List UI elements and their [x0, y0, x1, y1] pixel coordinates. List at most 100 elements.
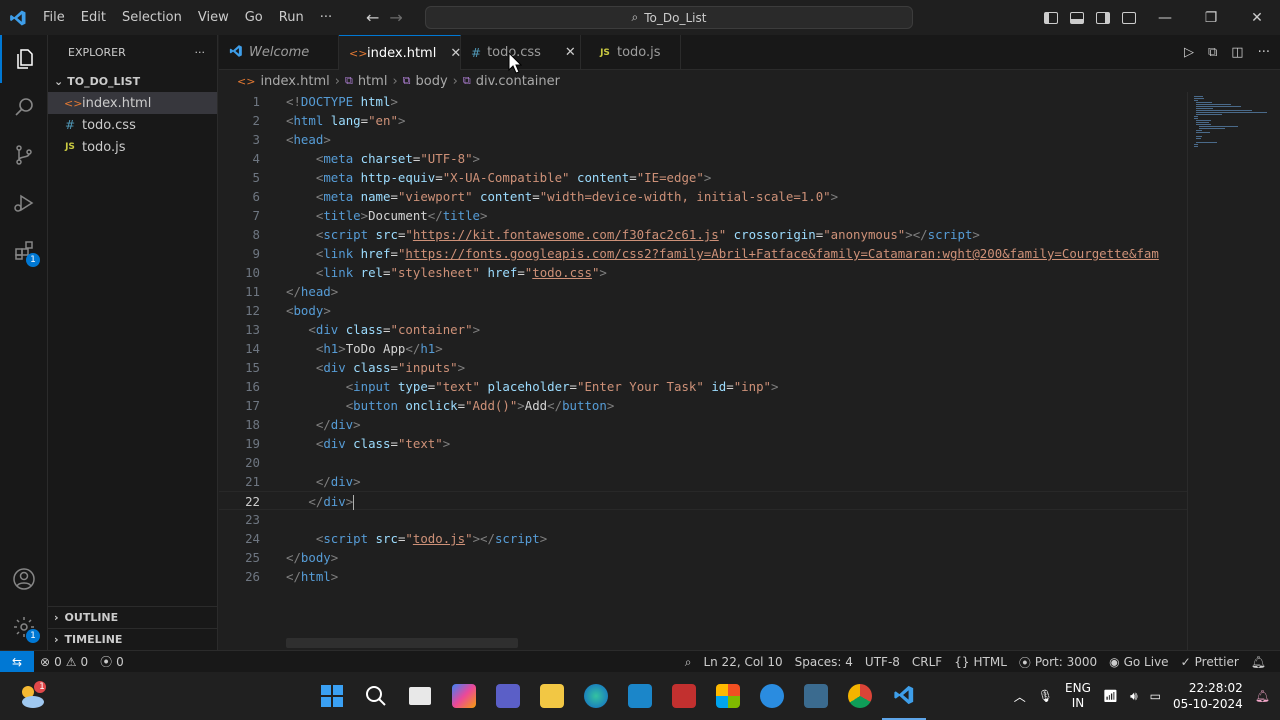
code-line: 24 <script src="todo.js"></script> [219, 529, 1187, 548]
volume-icon[interactable]: 🔊︎ [1130, 689, 1138, 704]
accounts-icon[interactable] [0, 555, 48, 603]
zoom-icon[interactable]: ⌕ [679, 655, 698, 670]
tab-welcome[interactable]: Welcome [219, 35, 339, 70]
breadcrumb-item[interactable]: html [358, 74, 388, 89]
menu-item[interactable]: Edit [73, 0, 114, 35]
timeline-section[interactable]: › TIMELINE [48, 628, 218, 650]
search-icon[interactable] [0, 83, 48, 131]
file-item-html[interactable]: <> index.html [48, 92, 217, 114]
close-tab-icon[interactable]: ✕ [450, 46, 461, 61]
line-number: 23 [245, 512, 260, 527]
more-actions-icon[interactable]: ··· [1258, 45, 1270, 60]
notification-bell-icon[interactable]: 🔔︎ [1255, 689, 1270, 703]
cursor-position[interactable]: Ln 22, Col 10 [697, 655, 788, 669]
code-token: content [577, 170, 630, 185]
ports-indicator[interactable]: ⦿ 0 [94, 653, 130, 670]
menu-item[interactable]: Selection [114, 0, 190, 35]
code-line: 18 </div> [219, 415, 1187, 434]
toggle-panel-icon[interactable] [1064, 0, 1090, 35]
breadcrumb-item[interactable]: div.container [476, 74, 560, 89]
start-windows-icon[interactable] [310, 672, 354, 720]
menu-item[interactable]: ··· [312, 0, 340, 35]
close-window-button[interactable]: ✕ [1234, 0, 1280, 35]
outline-section[interactable]: › OUTLINE [48, 606, 218, 628]
task-view-icon[interactable] [398, 672, 442, 720]
breadcrumb-item[interactable]: body [416, 74, 448, 89]
vscode-taskbar-icon[interactable] [882, 672, 926, 720]
html-file-icon: <> [349, 46, 368, 60]
customize-layout-icon[interactable] [1116, 0, 1142, 35]
battery-icon[interactable]: ▭ [1150, 689, 1161, 703]
mysql-icon[interactable] [618, 672, 662, 720]
help-icon[interactable] [750, 672, 794, 720]
code-token: meta [323, 151, 354, 166]
extensions-icon[interactable]: 1 [0, 227, 48, 275]
element-symbol-icon: ⧉ [462, 74, 471, 87]
menu-item[interactable]: Go [237, 0, 271, 35]
run-icon[interactable]: ▷ [1184, 45, 1194, 60]
chevron-down-icon: ⌄ [54, 74, 64, 88]
port-status[interactable]: ⦿ Port: 3000 [1013, 654, 1103, 671]
indentation[interactable]: Spaces: 4 [789, 655, 859, 669]
teams-icon[interactable] [486, 672, 530, 720]
chevron-up-icon[interactable]: ︿ [1014, 688, 1026, 705]
taskbar-search-icon[interactable] [354, 672, 398, 720]
go-live-button[interactable]: ◉ Go Live [1103, 655, 1174, 669]
close-tab-icon[interactable]: ✕ [565, 45, 576, 60]
file-item-css[interactable]: # todo.css [48, 114, 217, 136]
code-token: name [360, 189, 391, 204]
prettier-status[interactable]: ✓ Prettier [1175, 655, 1245, 669]
toggle-secondary-sidebar-icon[interactable] [1090, 0, 1116, 35]
menu-item[interactable]: Run [271, 0, 312, 35]
code-editor[interactable]: 1 <!DOCTYPE html> 2 <html lang="en"> 3 <head>… [219, 92, 1187, 650]
menu-item[interactable]: File [35, 0, 73, 35]
minimap-line [1196, 112, 1267, 113]
tab-index-html[interactable]: <> index.html ✕ [339, 35, 461, 70]
more-actions-icon[interactable]: ··· [195, 46, 206, 59]
microsoft-store-icon[interactable] [706, 672, 750, 720]
edge-icon[interactable] [574, 672, 618, 720]
encoding[interactable]: UTF-8 [859, 655, 906, 669]
code-token: "IE=edge" [636, 170, 704, 185]
code-token: https://fonts.googleapis.com/css2?family… [405, 246, 1159, 261]
minimap[interactable] [1187, 92, 1280, 650]
source-control-icon[interactable] [0, 131, 48, 179]
code-token: html [300, 569, 331, 584]
language-mode[interactable]: {} HTML [948, 655, 1013, 669]
file-explorer-icon[interactable] [530, 672, 574, 720]
horizontal-scrollbar[interactable] [286, 638, 518, 648]
problems-indicator[interactable]: ⊗ 0 ⚠ 0 [34, 655, 94, 669]
code-token: > [442, 436, 451, 451]
mysql-workbench-icon[interactable] [794, 672, 838, 720]
microphone-icon[interactable]: 🎙︎ [1038, 689, 1053, 703]
menu-item[interactable]: View [190, 0, 237, 35]
breadcrumb-item[interactable]: index.html [260, 74, 329, 89]
back-arrow-icon[interactable]: ← [366, 8, 379, 27]
language-indicator[interactable]: ENG IN [1065, 681, 1091, 711]
notifications-bell-icon[interactable]: 🔔︎ [1245, 655, 1272, 669]
settings-gear-icon[interactable]: 1 [0, 603, 48, 651]
file-item-js[interactable]: JS todo.js [48, 136, 217, 158]
restore-button[interactable]: ❐ [1188, 0, 1234, 35]
toggle-sidebar-icon[interactable] [1038, 0, 1064, 35]
copilot-icon[interactable] [442, 672, 486, 720]
chrome-icon[interactable] [838, 672, 882, 720]
tab-todo-js[interactable]: JS todo.js [581, 35, 681, 70]
line-ending[interactable]: CRLF [906, 655, 948, 669]
folder-to-do-list[interactable]: ⌄ TO_DO_LIST [48, 70, 217, 92]
remote-indicator-icon[interactable]: ⇆ [0, 650, 34, 673]
weather-widget-icon[interactable]: 1 [16, 680, 48, 712]
command-center-search[interactable]: ⌕ To_Do_List [425, 6, 913, 29]
explorer-icon[interactable] [0, 35, 48, 83]
app-red-icon[interactable] [662, 672, 706, 720]
run-debug-icon[interactable] [0, 179, 48, 227]
split-editor-icon[interactable]: ◫ [1231, 45, 1243, 60]
clock[interactable]: 22:28:02 05-10-2024 [1173, 680, 1243, 712]
minimize-button[interactable]: — [1142, 0, 1188, 35]
forward-arrow-icon[interactable]: → [389, 8, 402, 27]
minimap-line [1196, 142, 1218, 143]
wifi-icon[interactable]: 📶︎ [1103, 689, 1118, 703]
open-preview-icon[interactable]: ⧉ [1208, 45, 1217, 60]
